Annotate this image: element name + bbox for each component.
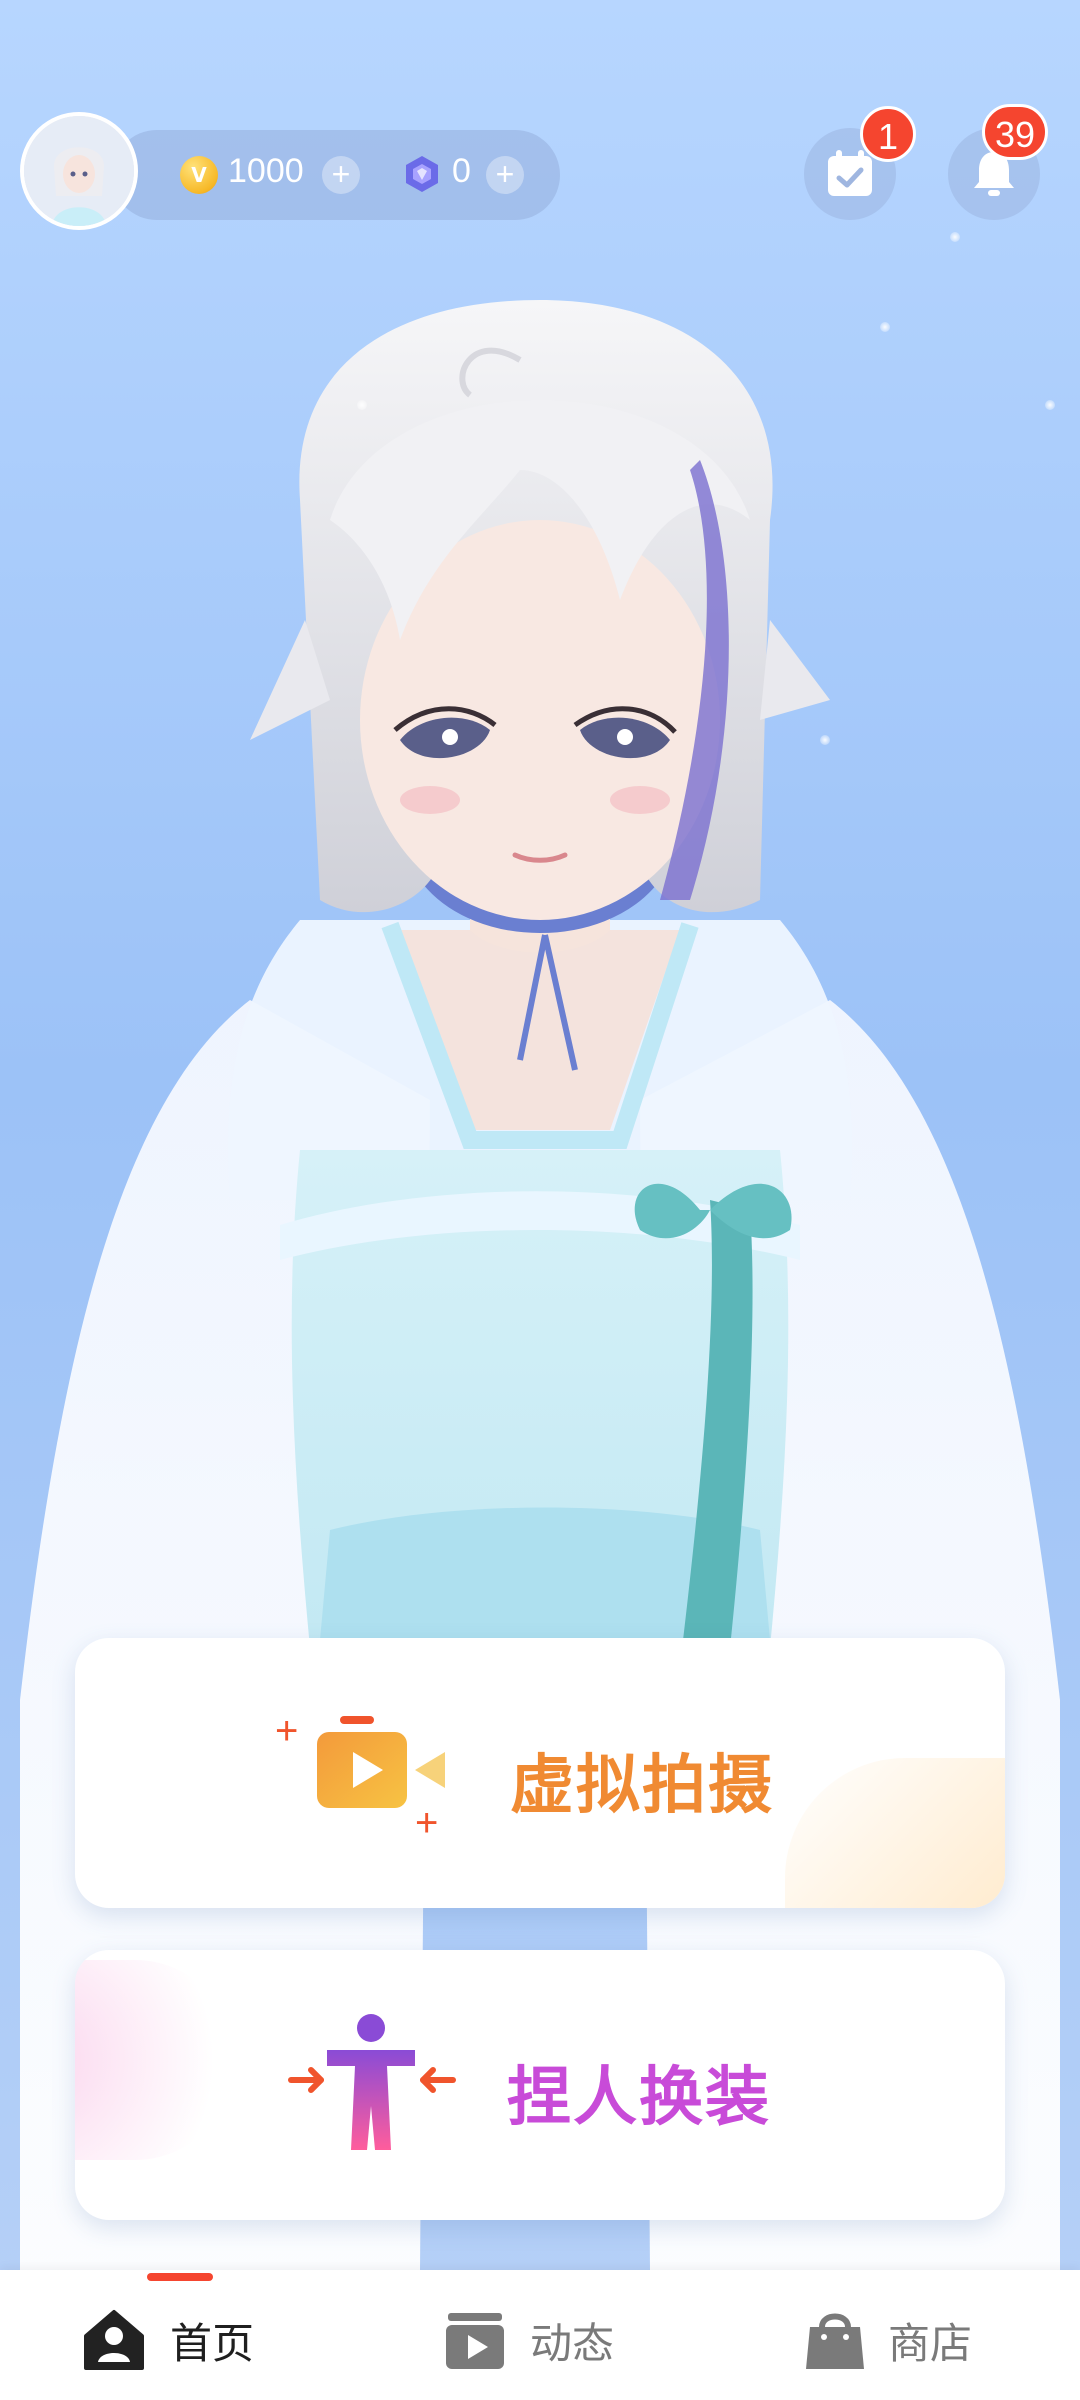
sparkle (1045, 400, 1055, 410)
avatar-3d-scene[interactable] (0, 0, 1080, 2270)
add-coins-button[interactable]: + (322, 156, 360, 194)
nav-label-shop: 商店 (888, 2318, 973, 2368)
nav-item-shop[interactable]: 商店 (804, 2300, 972, 2380)
nav-label-feed: 动态 (530, 2318, 615, 2368)
header-bar: V 1000 + 0 + (20, 112, 560, 230)
gem-balance: 0 (452, 152, 471, 190)
nav-item-home[interactable]: 首页 (80, 2300, 254, 2380)
add-gems-button[interactable]: + (486, 156, 524, 194)
bottom-navigation: 首页 动态 商店 (0, 2270, 1080, 2400)
video-feed-icon (446, 2313, 504, 2369)
sparkle (820, 735, 830, 745)
customize-card[interactable]: 捏人换装 (75, 1950, 1005, 2220)
character-illustration (20, 300, 1060, 2270)
sparkle (880, 322, 890, 332)
video-camera-icon: + + (275, 1709, 445, 1844)
nav-label-home: 首页 (170, 2318, 255, 2368)
svg-text:+: + (415, 1801, 438, 1844)
avatar-image (24, 116, 134, 226)
home-user-icon (84, 2310, 144, 2370)
virtual-shoot-label: 虚拟拍摄 (510, 1749, 774, 1823)
card-decoration (785, 1758, 1005, 1908)
person-arrows-icon (288, 2014, 456, 2150)
checkin-badge: 1 (860, 106, 916, 162)
gem-icon (406, 156, 438, 192)
nav-item-feed[interactable]: 动态 (442, 2300, 614, 2380)
svg-text:+: + (275, 1709, 298, 1753)
calendar-check-icon (828, 150, 872, 196)
sparkle (950, 232, 960, 242)
card-decoration (75, 1960, 235, 2160)
notification-badge: 39 (982, 104, 1049, 160)
customize-label: 捏人换装 (507, 2061, 771, 2135)
nav-active-indicator (147, 2273, 213, 2281)
virtual-shoot-card[interactable]: + + 虚拟拍摄 (75, 1638, 1005, 1908)
sparkle (357, 400, 367, 410)
shopping-bag-icon (806, 2313, 864, 2369)
coin-balance: 1000 (228, 152, 304, 190)
avatar[interactable] (20, 112, 138, 230)
coin-icon: V (180, 156, 218, 194)
